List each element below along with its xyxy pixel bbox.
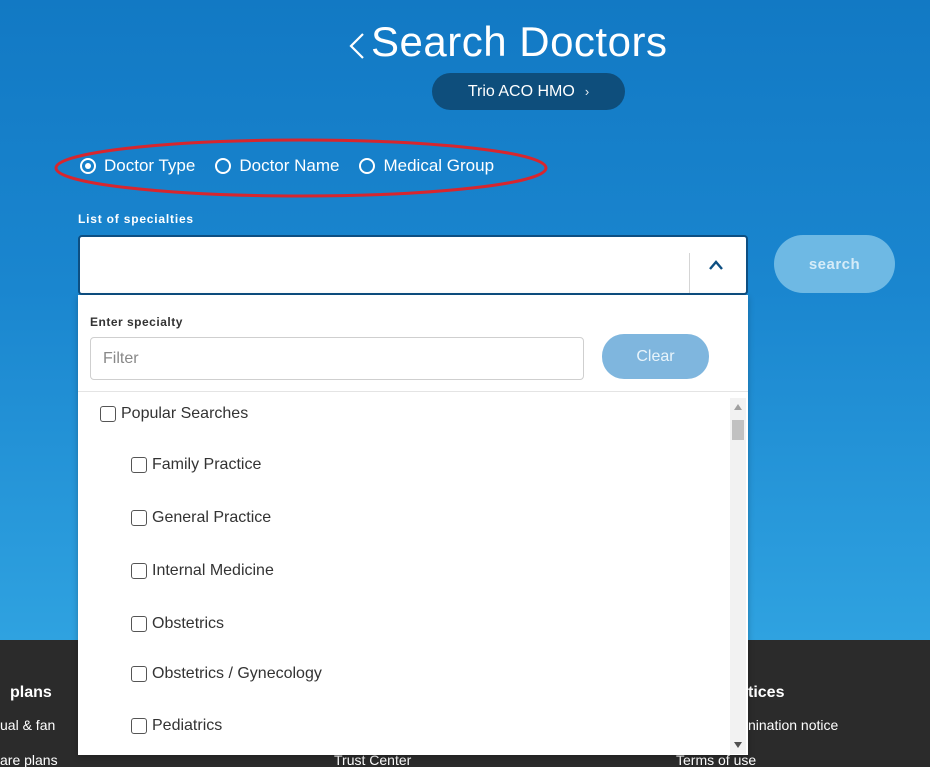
checkbox-obstetrics-gynecology[interactable]: Obstetrics / Gynecology <box>131 665 322 683</box>
footer-link[interactable]: are plans <box>0 752 58 768</box>
chevron-up-icon[interactable] <box>708 259 724 271</box>
checkbox-internal-medicine[interactable]: Internal Medicine <box>131 562 274 580</box>
checkbox-label: General Practice <box>152 509 272 526</box>
page-title: Search Doctors <box>345 18 667 66</box>
plan-name: Trio ACO HMO <box>467 82 575 100</box>
clear-button[interactable]: Clear <box>602 334 709 379</box>
specialty-list: Popular Searches Family Practice General… <box>78 392 728 755</box>
scroll-down-arrow-icon[interactable] <box>734 742 742 748</box>
checkbox-label: Pediatrics <box>152 717 223 734</box>
checkbox-icon <box>131 666 147 682</box>
checkbox-pediatrics[interactable]: Pediatrics <box>131 717 222 735</box>
dropdown-scrollbar[interactable] <box>730 398 746 754</box>
checkbox-general-practice[interactable]: General Practice <box>131 509 271 527</box>
select-divider <box>689 253 690 293</box>
footer-link-nondiscrimination[interactable]: nination notice <box>748 717 838 733</box>
checkbox-icon <box>131 563 147 579</box>
specialty-select[interactable] <box>78 235 748 295</box>
footer-link[interactable]: ual & fan <box>0 717 55 733</box>
checkbox-popular-searches[interactable]: Popular Searches <box>100 405 248 423</box>
scroll-up-arrow-icon[interactable] <box>734 404 742 410</box>
specialty-filter-input[interactable] <box>90 337 584 380</box>
search-button[interactable]: search <box>774 235 895 293</box>
checkbox-family-practice[interactable]: Family Practice <box>131 456 261 474</box>
checkbox-icon <box>131 616 147 632</box>
checkbox-obstetrics[interactable]: Obstetrics <box>131 615 224 633</box>
checkbox-label: Internal Medicine <box>152 562 274 579</box>
checkbox-label: Obstetrics <box>152 615 225 632</box>
checkbox-label: Popular Searches <box>121 405 249 422</box>
enter-specialty-label: Enter specialty <box>90 315 183 329</box>
annotation-ellipse <box>54 138 548 198</box>
checkbox-icon <box>100 406 116 422</box>
checkbox-icon <box>131 718 147 734</box>
specialty-dropdown: Enter specialty Clear Popular Searches F… <box>78 295 748 755</box>
checkbox-label: Family Practice <box>152 456 262 473</box>
specialties-label: List of specialties <box>78 212 194 226</box>
checkbox-icon <box>131 510 147 526</box>
plan-selector[interactable]: Trio ACO HMO › <box>432 73 625 110</box>
footer-heading-notices: tices <box>748 684 785 701</box>
checkbox-label: Obstetrics / Gynecology <box>152 665 322 682</box>
scrollbar-thumb[interactable] <box>732 420 744 440</box>
chevron-right-icon: › <box>584 84 590 99</box>
page-title-text: Search Doctors <box>371 18 668 65</box>
footer-heading-plans: plans <box>10 684 52 701</box>
checkbox-icon <box>131 457 147 473</box>
back-chevron-icon[interactable] <box>345 21 371 63</box>
